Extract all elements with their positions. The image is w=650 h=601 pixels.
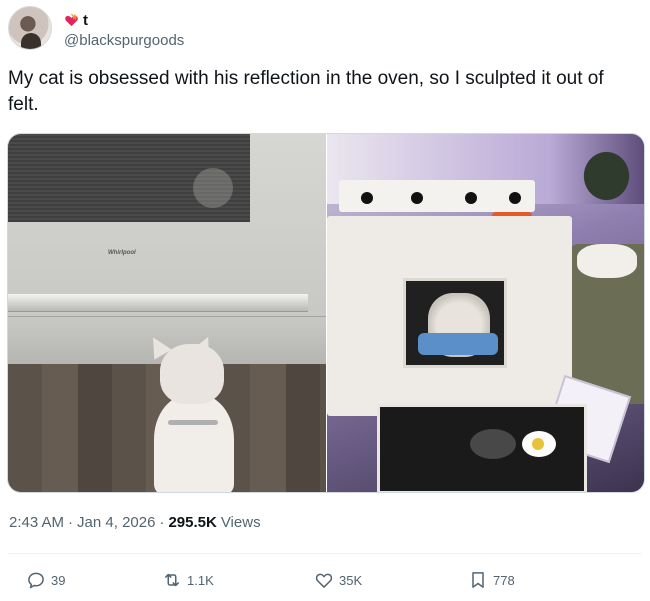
views-count: 295.5K: [168, 514, 217, 531]
felt-burner: [464, 192, 477, 204]
bookmark-button[interactable]: 778: [468, 568, 515, 592]
cat-head: [160, 344, 224, 404]
white-cat: [144, 332, 238, 492]
like-count: 35K: [339, 572, 363, 588]
reply-icon: [26, 570, 46, 590]
tweet-time[interactable]: 2:43 AM: [9, 514, 64, 531]
tweet-text: My cat is obsessed with his reflection i…: [8, 68, 604, 115]
tweet-date[interactable]: Jan 4, 2026: [77, 514, 155, 531]
felt-egg: [521, 431, 556, 457]
author-name-row[interactable]: t: [64, 10, 88, 30]
felt-stovetop: [338, 180, 535, 212]
felt-oven-body: [326, 216, 572, 416]
cat-reflection: [193, 168, 233, 208]
action-bar: 39 1.1K 35K 778: [0, 568, 650, 592]
tweet-header: t @blackspurgoods: [8, 6, 608, 54]
oven-handle: [8, 294, 308, 312]
plant: [566, 134, 644, 204]
repost-count: 1.1K: [187, 572, 214, 588]
author-handle[interactable]: @blackspurgoods: [64, 32, 184, 49]
felt-burner: [508, 192, 521, 204]
heart-icon: [314, 570, 334, 590]
divider: [8, 553, 642, 554]
reply-button[interactable]: 39: [26, 568, 65, 592]
reply-count: 39: [51, 572, 66, 588]
heart-on-fire-icon: [64, 13, 79, 28]
photo-felt-oven[interactable]: [326, 134, 644, 492]
felt-blue-bow: [417, 333, 498, 355]
author-display-name[interactable]: t: [83, 12, 88, 29]
bookmark-icon: [468, 570, 488, 590]
tweet-meta: 2:43 AM · Jan 4, 2026 · 295.5K Views: [9, 514, 261, 531]
cat-body: [154, 394, 234, 492]
felt-pan: [469, 429, 516, 459]
meta-separator: ·: [68, 514, 74, 531]
cat-collar: [168, 420, 218, 425]
oven-brand-logo: Whirlpool: [108, 250, 136, 256]
felt-oven-window: [402, 278, 507, 368]
felt-oven-door: [376, 404, 587, 492]
avatar[interactable]: [8, 6, 52, 50]
felt-burner: [360, 192, 373, 204]
meta-separator: ·: [159, 514, 165, 531]
repost-button[interactable]: 1.1K: [162, 568, 214, 592]
photo-cat-at-oven[interactable]: Whirlpool: [8, 134, 326, 492]
felt-burner: [410, 192, 423, 204]
sleeping-pet: [576, 244, 637, 278]
tweet-media[interactable]: Whirlpool: [7, 133, 645, 493]
repost-icon: [162, 570, 182, 590]
bookmark-count: 778: [493, 572, 515, 588]
views-label: Views: [220, 514, 261, 531]
like-button[interactable]: 35K: [314, 568, 362, 592]
